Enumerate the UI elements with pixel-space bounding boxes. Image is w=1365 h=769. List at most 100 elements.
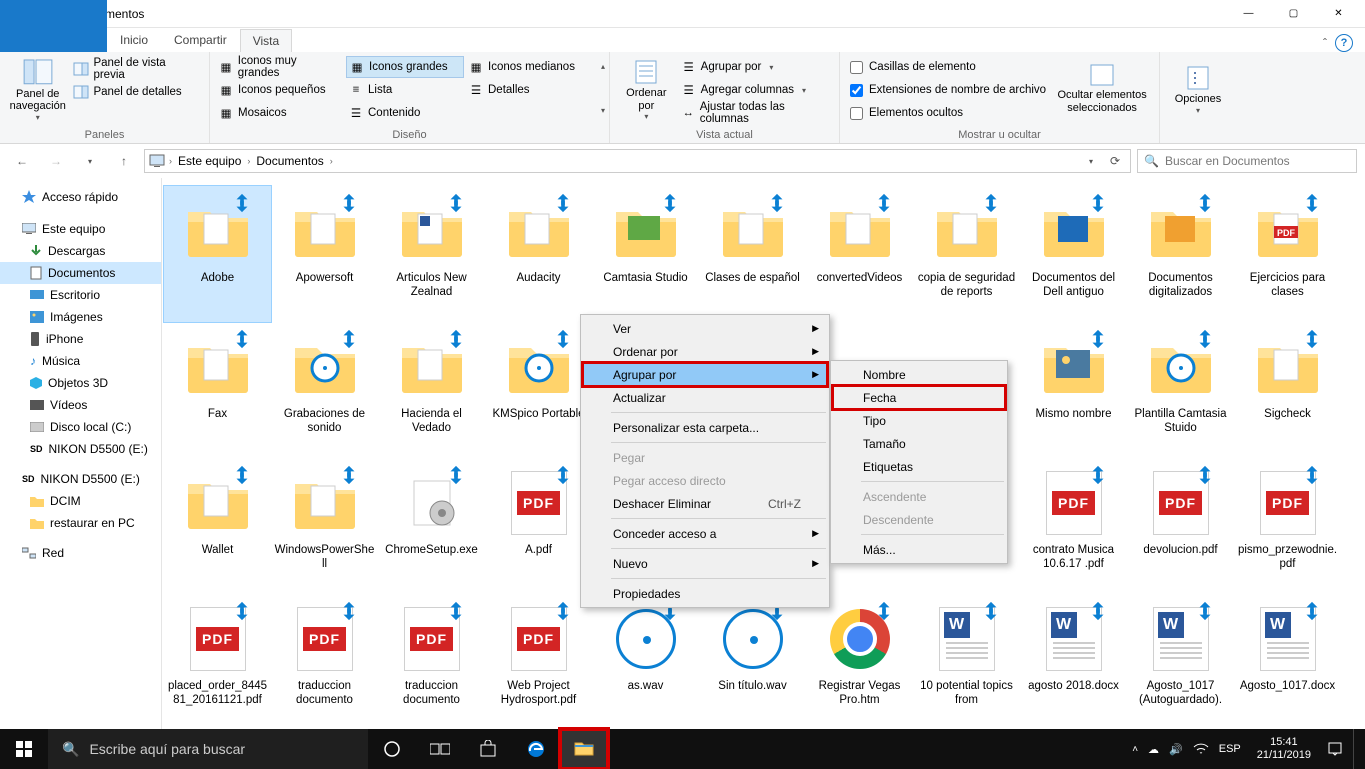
preview-pane-button[interactable]: Panel de vista previa: [71, 58, 203, 80]
onedrive-icon[interactable]: ☁: [1148, 743, 1159, 756]
file-item[interactable]: Adobe: [164, 186, 271, 322]
file-item[interactable]: Documentos del Dell antiguo: [1020, 186, 1127, 322]
cortana-button[interactable]: [368, 729, 416, 769]
file-item[interactable]: WindowsPowerShell: [271, 458, 378, 594]
file-item[interactable]: ChromeSetup.exe: [378, 458, 485, 594]
ctx-properties[interactable]: Propiedades: [583, 582, 827, 605]
file-item[interactable]: convertedVideos: [806, 186, 913, 322]
file-item[interactable]: Camtasia Studio: [592, 186, 699, 322]
details-pane-button[interactable]: Panel de detalles: [71, 81, 203, 103]
nav-pane-button[interactable]: Panel de navegación ▾: [6, 54, 69, 124]
file-item[interactable]: Apowersoft: [271, 186, 378, 322]
file-item[interactable]: Sigcheck: [1234, 322, 1341, 458]
nav-videos[interactable]: Vídeos: [0, 394, 161, 416]
layout-details[interactable]: ☰Detalles: [466, 79, 584, 101]
hidden-items-chk[interactable]: Elementos ocultos: [846, 102, 1050, 124]
maximize-button[interactable]: ▢: [1271, 0, 1316, 28]
file-list[interactable]: Adobe Apowersoft Articulos New Zealnad A…: [162, 178, 1365, 763]
ctx-refresh[interactable]: Actualizar: [583, 386, 827, 409]
file-item[interactable]: Registrar Vegas Pro.htm: [806, 594, 913, 730]
ctx-customize[interactable]: Personalizar esta carpeta...: [583, 416, 827, 439]
taskbar-search[interactable]: 🔍 Escribe aquí para buscar: [48, 729, 368, 769]
sub-tags[interactable]: Etiquetas: [833, 455, 1005, 478]
recent-button[interactable]: ▾: [76, 147, 104, 175]
file-item[interactable]: PDF traduccion documento: [271, 594, 378, 730]
nav-nikon-1[interactable]: SDNIKON D5500 (E:): [0, 438, 161, 460]
nav-music[interactable]: ♪Música: [0, 350, 161, 372]
clock[interactable]: 15:41 21/11/2019: [1251, 736, 1317, 761]
sub-type[interactable]: Tipo: [833, 409, 1005, 432]
file-item[interactable]: W Agosto_1017.docx: [1234, 594, 1341, 730]
file-item[interactable]: Documentos digitalizados: [1127, 186, 1234, 322]
sub-size[interactable]: Tamaño: [833, 432, 1005, 455]
store-button[interactable]: [464, 729, 512, 769]
minimize-button[interactable]: —: [1226, 0, 1271, 28]
close-button[interactable]: ✕: [1316, 0, 1361, 28]
group-by-button[interactable]: ☰Agrupar por▾: [679, 56, 833, 78]
file-item[interactable]: PDF placed_order_844581_20161121.pdf: [164, 594, 271, 730]
file-item[interactable]: PDF traduccion documento: [378, 594, 485, 730]
crumb-pc[interactable]: Este equipo: [176, 154, 243, 168]
ctx-grant-access[interactable]: Conceder acceso a▶: [583, 522, 827, 545]
file-item[interactable]: copia de seguridad de reports: [913, 186, 1020, 322]
sub-more[interactable]: Más...: [833, 538, 1005, 561]
layout-medium[interactable]: ▦Iconos medianos: [466, 56, 584, 78]
back-button[interactable]: ←: [8, 147, 36, 175]
nav-nikon-2[interactable]: SDNIKON D5500 (E:): [0, 468, 161, 490]
layout-content[interactable]: ☰Contenido: [346, 102, 464, 124]
file-item[interactable]: Hacienda el Vedado: [378, 322, 485, 458]
file-item[interactable]: W agosto 2018.docx: [1020, 594, 1127, 730]
tab-home[interactable]: Inicio: [107, 28, 161, 52]
nav-quick-access[interactable]: Acceso rápido: [0, 186, 161, 208]
show-desktop-button[interactable]: [1353, 729, 1359, 769]
layout-list[interactable]: ≡Lista: [346, 79, 464, 101]
size-columns-button[interactable]: ↔Ajustar todas las columnas: [679, 102, 833, 124]
sub-name[interactable]: Nombre: [833, 363, 1005, 386]
address-bar[interactable]: › Este equipo › Documentos › ▾ ⟳: [144, 149, 1131, 173]
language-indicator[interactable]: ESP: [1219, 743, 1241, 755]
file-item[interactable]: PDF A.pdf: [485, 458, 592, 594]
hide-selected-button[interactable]: Ocultar elementos seleccionados: [1052, 54, 1152, 124]
layout-scroll-up[interactable]: ▴: [601, 58, 605, 72]
file-item[interactable]: Clases de español: [699, 186, 806, 322]
nav-disk-c[interactable]: Disco local (C:): [0, 416, 161, 438]
tab-file[interactable]: Archivo: [0, 0, 107, 52]
ctx-new[interactable]: Nuevo▶: [583, 552, 827, 575]
nav-dcim[interactable]: DCIM: [0, 490, 161, 512]
nav-restaurar[interactable]: restaurar en PC: [0, 512, 161, 534]
ctx-view[interactable]: Ver▶: [583, 317, 827, 340]
file-item[interactable]: as.wav: [592, 594, 699, 730]
collapse-ribbon-icon[interactable]: ˆ: [1323, 36, 1327, 50]
explorer-button[interactable]: [560, 729, 608, 769]
file-item[interactable]: Audacity: [485, 186, 592, 322]
tab-share[interactable]: Compartir: [161, 28, 240, 52]
volume-icon[interactable]: 🔊: [1169, 743, 1183, 756]
file-item[interactable]: Sin título.wav: [699, 594, 806, 730]
file-item[interactable]: Grabaciones de sonido: [271, 322, 378, 458]
sub-date[interactable]: Fecha: [833, 386, 1005, 409]
file-item[interactable]: Articulos New Zealnad: [378, 186, 485, 322]
add-columns-button[interactable]: ☰Agregar columnas▾: [679, 79, 833, 101]
file-item[interactable]: PDF Web Project Hydrosport.pdf: [485, 594, 592, 730]
addr-dropdown-button[interactable]: ▾: [1080, 154, 1102, 168]
file-item[interactable]: PDF contrato Musica 10.6.17 .pdf: [1020, 458, 1127, 594]
item-checkboxes-chk[interactable]: Casillas de elemento: [846, 56, 1050, 78]
file-item[interactable]: Plantilla Camtasia Stuido: [1127, 322, 1234, 458]
file-item[interactable]: PDF devolucion.pdf: [1127, 458, 1234, 594]
nav-network[interactable]: Red: [0, 542, 161, 564]
file-item[interactable]: Fax: [164, 322, 271, 458]
nav-desktop[interactable]: Escritorio: [0, 284, 161, 306]
layout-scroll-down[interactable]: ▾: [601, 102, 605, 116]
file-item[interactable]: Mismo nombre: [1020, 322, 1127, 458]
sort-by-button[interactable]: Ordenar por▾: [616, 54, 677, 124]
ctx-group-by[interactable]: Agrupar por▶: [583, 363, 827, 386]
start-button[interactable]: [0, 729, 48, 769]
up-button[interactable]: ↑: [110, 147, 138, 175]
help-icon[interactable]: ?: [1335, 34, 1353, 52]
nav-images[interactable]: Imágenes: [0, 306, 161, 328]
file-item[interactable]: W Agosto_1017 (Autoguardado).: [1127, 594, 1234, 730]
nav-this-pc[interactable]: Este equipo: [0, 218, 161, 240]
nav-iphone[interactable]: iPhone: [0, 328, 161, 350]
layout-tiles[interactable]: ▦Mosaicos: [216, 102, 344, 124]
refresh-button[interactable]: ⟳: [1104, 154, 1126, 168]
